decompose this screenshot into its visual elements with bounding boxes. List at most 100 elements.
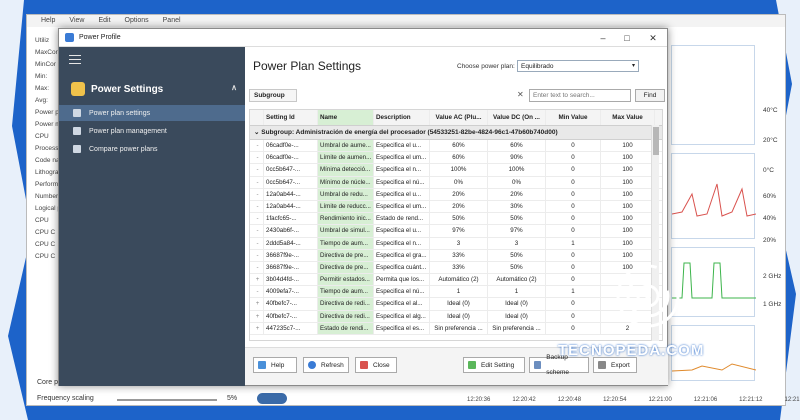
expand-icon[interactable]: - (250, 152, 264, 164)
table-cell: 06cadf0e-... (264, 152, 318, 164)
sidebar-item-compare-power-plans[interactable]: Compare power plans (59, 141, 245, 157)
table-cell: 97% (430, 225, 488, 237)
table-row[interactable]: -12a0ab44-... Umbral de redu... Especifica… (250, 188, 662, 201)
expand-icon[interactable]: - (250, 249, 264, 261)
expand-icon[interactable]: - (250, 140, 264, 152)
table-row[interactable]: -0cc5b647-... Mínima detecció... Especific… (250, 164, 662, 177)
expand-icon[interactable]: - (250, 213, 264, 225)
table-cell: 12a0ab44-... (264, 188, 318, 200)
table-cell: 0 (546, 249, 601, 261)
bg-menu-panel[interactable]: Panel (163, 15, 181, 27)
hamburger-menu-icon[interactable] (69, 55, 81, 67)
column-header[interactable]: Description (374, 110, 430, 125)
table-cell: 100 (601, 152, 655, 164)
column-header[interactable]: Max Value (601, 110, 655, 125)
find-button[interactable]: Find (635, 89, 665, 102)
subgroup-row-label: Subgroup: Administración de energía del … (261, 129, 558, 136)
help-button[interactable]: Help (253, 357, 297, 373)
search-input[interactable] (529, 89, 631, 102)
subgroup-row[interactable]: ⌄ Subgroup: Administración de energía de… (250, 126, 662, 140)
table-cell: Especifica el nú... (374, 286, 430, 298)
table-cell: 50% (488, 213, 546, 225)
table-row[interactable]: -0cc5b647-... Mínimo de núcle... Especific… (250, 176, 662, 189)
bg-menu-help[interactable]: Help (41, 15, 55, 27)
sidebar-item-power-plan-management[interactable]: Power plan management (59, 123, 245, 139)
subgroup-group-button[interactable]: Subgroup (249, 89, 297, 102)
right-label: 20% (763, 237, 777, 244)
power-plan-select[interactable]: Equilibrado ▾ (517, 60, 639, 72)
expand-icon[interactable]: + (250, 310, 264, 322)
column-header[interactable]: Setting Id (264, 110, 318, 125)
chevron-up-icon[interactable]: ∧ (231, 83, 237, 92)
table-row[interactable]: -36687f9e-... Directiva de pre... Especifi… (250, 249, 662, 262)
expand-icon[interactable]: - (250, 237, 264, 249)
expand-icon[interactable]: - (250, 200, 264, 213)
expand-icon[interactable]: - (250, 286, 264, 298)
maximize-button[interactable]: □ (615, 29, 639, 47)
refresh-icon (308, 361, 316, 369)
minimize-button[interactable]: – (591, 29, 615, 47)
table-row[interactable]: +40fbefc7-... Directiva de redi... Especif… (250, 298, 662, 311)
table-row[interactable]: -2430ab6f-... Umbral de simul... Especific… (250, 225, 662, 238)
power-settings-icon (71, 82, 85, 96)
sidebar-section-header[interactable]: Power Settings ∧ (59, 77, 245, 101)
bg-menu-options[interactable]: Options (125, 15, 149, 27)
export-button[interactable]: Export (593, 357, 637, 373)
right-label: 2 GHz (763, 273, 782, 280)
bg-menu-edit[interactable]: Edit (98, 15, 110, 27)
table-cell: Umbral de aume... (318, 140, 374, 152)
ac-toggle[interactable] (257, 393, 287, 404)
page-title: Power Plan Settings (253, 59, 362, 73)
table-cell: Especifica el u... (374, 140, 430, 152)
table-cell: 0 (546, 200, 601, 213)
expand-icon[interactable]: - (250, 261, 264, 274)
refresh-button[interactable]: Refresh (303, 357, 349, 373)
table-cell: 0 (546, 274, 601, 286)
sidebar-item-power-plan-settings[interactable]: Power plan settings (59, 105, 245, 121)
column-header[interactable]: Value DC (On ... (488, 110, 546, 125)
expand-icon[interactable]: - (250, 176, 264, 188)
power-profile-window: Power Profile – □ ✕ Power Settings ∧ Pow… (58, 28, 668, 386)
close-button[interactable]: Close (355, 357, 397, 373)
utilization-chart (671, 153, 757, 239)
clear-search-icon[interactable]: ✕ (517, 90, 524, 99)
edit-setting-button[interactable]: Edit Setting (463, 357, 525, 373)
expand-icon[interactable]: - (250, 188, 264, 200)
table-cell: Especifica el u... (374, 225, 430, 237)
close-label: Close (373, 361, 390, 369)
table-row[interactable]: +3b04d4fd-... Permitir estados... Permita … (250, 274, 662, 287)
column-header[interactable]: Min Value (546, 110, 601, 125)
expand-icon[interactable]: - (250, 225, 264, 237)
frequency-scaling-slider[interactable] (117, 399, 217, 401)
table-row[interactable]: -36687f9e-... Directiva de pre... Especifi… (250, 261, 662, 275)
table-cell: 3b04d4fd-... (264, 274, 318, 286)
table-row[interactable]: -12a0ab44-... Límite de reducc... Especifi… (250, 200, 662, 214)
close-icon (360, 361, 368, 369)
table-row[interactable]: -1facfc65-... Rendimiento inic... Estado d… (250, 213, 662, 226)
column-header[interactable]: Value AC (Plu... (430, 110, 488, 125)
expand-icon[interactable]: + (250, 274, 264, 286)
table-row[interactable]: -4009efa7-... Tiempo de aum... Especifica … (250, 286, 662, 299)
close-window-button[interactable]: ✕ (641, 29, 665, 47)
table-cell: Permita que los... (374, 274, 430, 286)
expand-icon[interactable]: + (250, 322, 264, 334)
app-icon (65, 33, 74, 42)
table-row[interactable]: +40fbefc7-... Directiva de redi... Especif… (250, 310, 662, 323)
bg-menu-view[interactable]: View (69, 15, 84, 27)
backup-scheme-button[interactable]: Backup scheme (529, 354, 589, 376)
scrollbar-thumb[interactable] (653, 127, 659, 155)
expand-icon[interactable]: - (250, 164, 264, 176)
table-row[interactable]: -06cadf0e-... Límite de aumen... Especific… (250, 152, 662, 165)
table-cell: 100 (601, 164, 655, 176)
table-row[interactable]: -2ddd5a84-... Tiempo de aum... Especifica … (250, 237, 662, 250)
expand-icon[interactable]: + (250, 298, 264, 310)
right-label: 40°C (763, 107, 778, 114)
table-cell: Automático (2) (430, 274, 488, 286)
table-row[interactable]: +447235c7-... Estado de rendi... Especific… (250, 322, 662, 335)
column-header[interactable]: Name (318, 110, 374, 125)
table-cell: Rendimiento inic... (318, 213, 374, 225)
frequency-scaling-row: Core pa Frequency scaling 5% AC (37, 379, 301, 407)
table-cell: 0 (546, 298, 601, 310)
table-cell: Ideal (0) (430, 310, 488, 322)
table-row[interactable]: -06cadf0e-... Umbral de aume... Especifica… (250, 140, 662, 153)
